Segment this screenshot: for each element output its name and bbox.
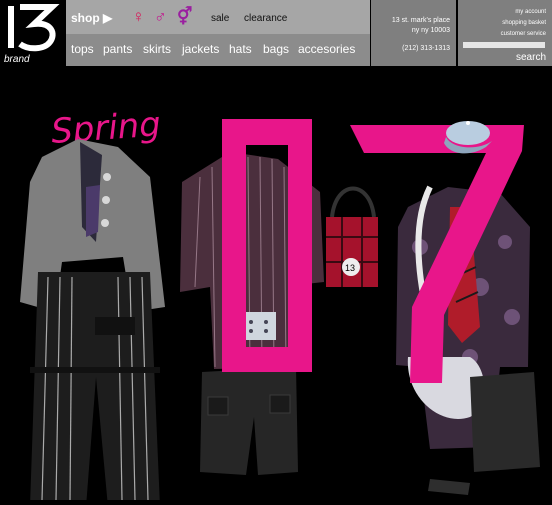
category-jackets[interactable]: jackets (182, 42, 219, 56)
search-button[interactable]: search (516, 52, 546, 63)
store-phone: (212) 313-1313 (402, 45, 450, 52)
shop-link[interactable]: shop ▶ (71, 11, 112, 25)
unisex-icon[interactable]: ⚥ (177, 8, 192, 25)
svg-text:13: 13 (345, 263, 355, 273)
customer-service-link[interactable]: customer service (501, 31, 546, 37)
brand-logo[interactable]: brand (0, 0, 66, 66)
address-city: ny ny 10003 (411, 27, 450, 34)
search-input[interactable] (463, 42, 545, 48)
hero-banner[interactable]: Spring 13 (0, 67, 552, 505)
category-pants[interactable]: pants (103, 42, 132, 56)
category-hats[interactable]: hats (229, 42, 252, 56)
header-bar: brand shop ▶ ♀ ♂ ⚥ sale clearance tops p… (0, 0, 552, 67)
svg-text:brand: brand (4, 54, 30, 65)
shop-navigation: shop ▶ ♀ ♂ ⚥ sale clearance tops pants s… (66, 0, 370, 66)
nav-top-row: shop ▶ ♀ ♂ ⚥ sale clearance (66, 0, 370, 34)
clearance-link[interactable]: clearance (244, 13, 287, 24)
male-icon[interactable]: ♂ (154, 8, 167, 25)
sale-link[interactable]: sale (211, 13, 229, 24)
my-account-link[interactable]: my account (515, 9, 546, 15)
category-skirts[interactable]: skirts (143, 42, 171, 56)
category-bags[interactable]: bags (263, 42, 289, 56)
store-address: 13 st. mark's place ny ny 10003 (212) 31… (371, 0, 456, 66)
spring-07-artwork: Spring 13 (0, 67, 552, 505)
category-tops[interactable]: tops (71, 42, 94, 56)
address-street: 13 st. mark's place (391, 17, 450, 24)
category-accesories[interactable]: accesories (298, 42, 355, 56)
account-panel: my account shopping basket customer serv… (458, 0, 552, 66)
shopping-basket-link[interactable]: shopping basket (502, 20, 546, 26)
female-icon[interactable]: ♀ (132, 8, 145, 25)
